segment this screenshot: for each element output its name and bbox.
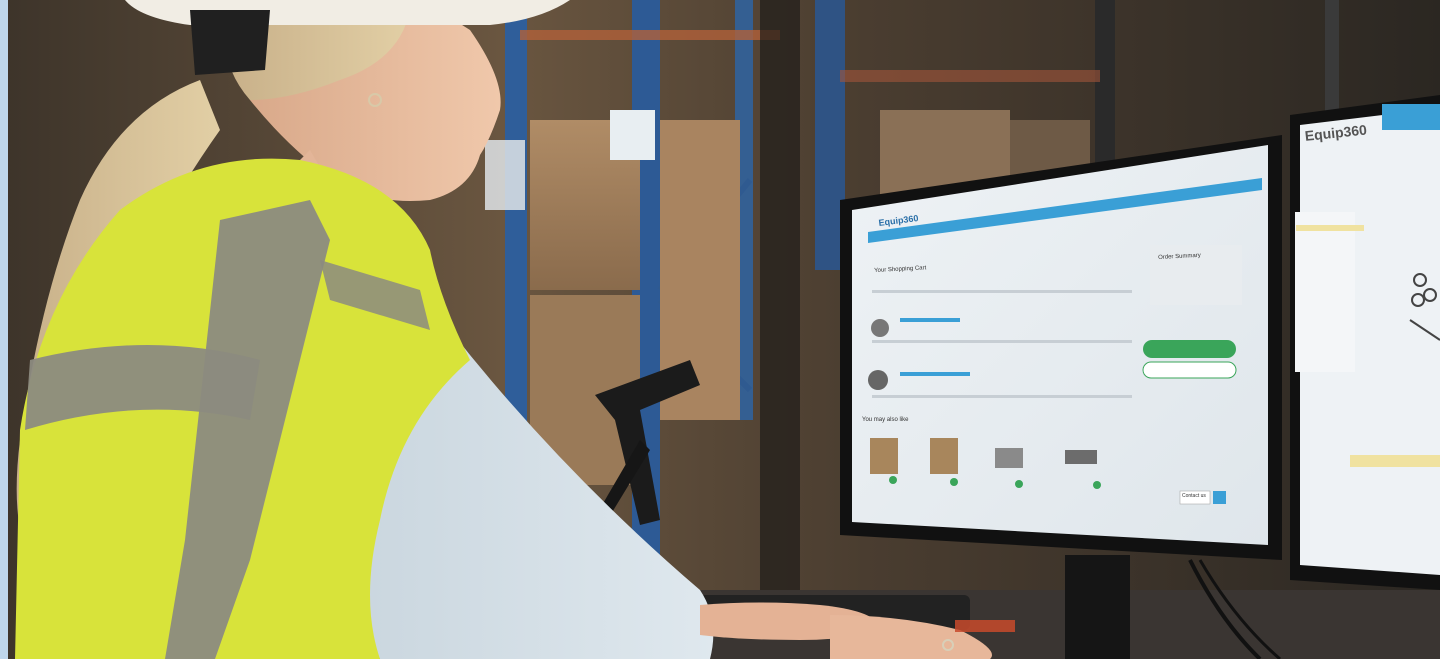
photo-scene: Equip360 Your Shopping Cart Order Summar… — [0, 0, 1440, 659]
checkout-button — [1143, 340, 1236, 358]
main-monitor — [840, 135, 1282, 560]
left-edge — [0, 0, 8, 659]
also-like-title: You may also like — [862, 417, 909, 423]
side-monitor — [1290, 95, 1440, 590]
photo-illustration — [0, 0, 1440, 659]
monitor-stand — [1065, 555, 1130, 659]
contact-us-button: Contact us — [1182, 493, 1206, 499]
